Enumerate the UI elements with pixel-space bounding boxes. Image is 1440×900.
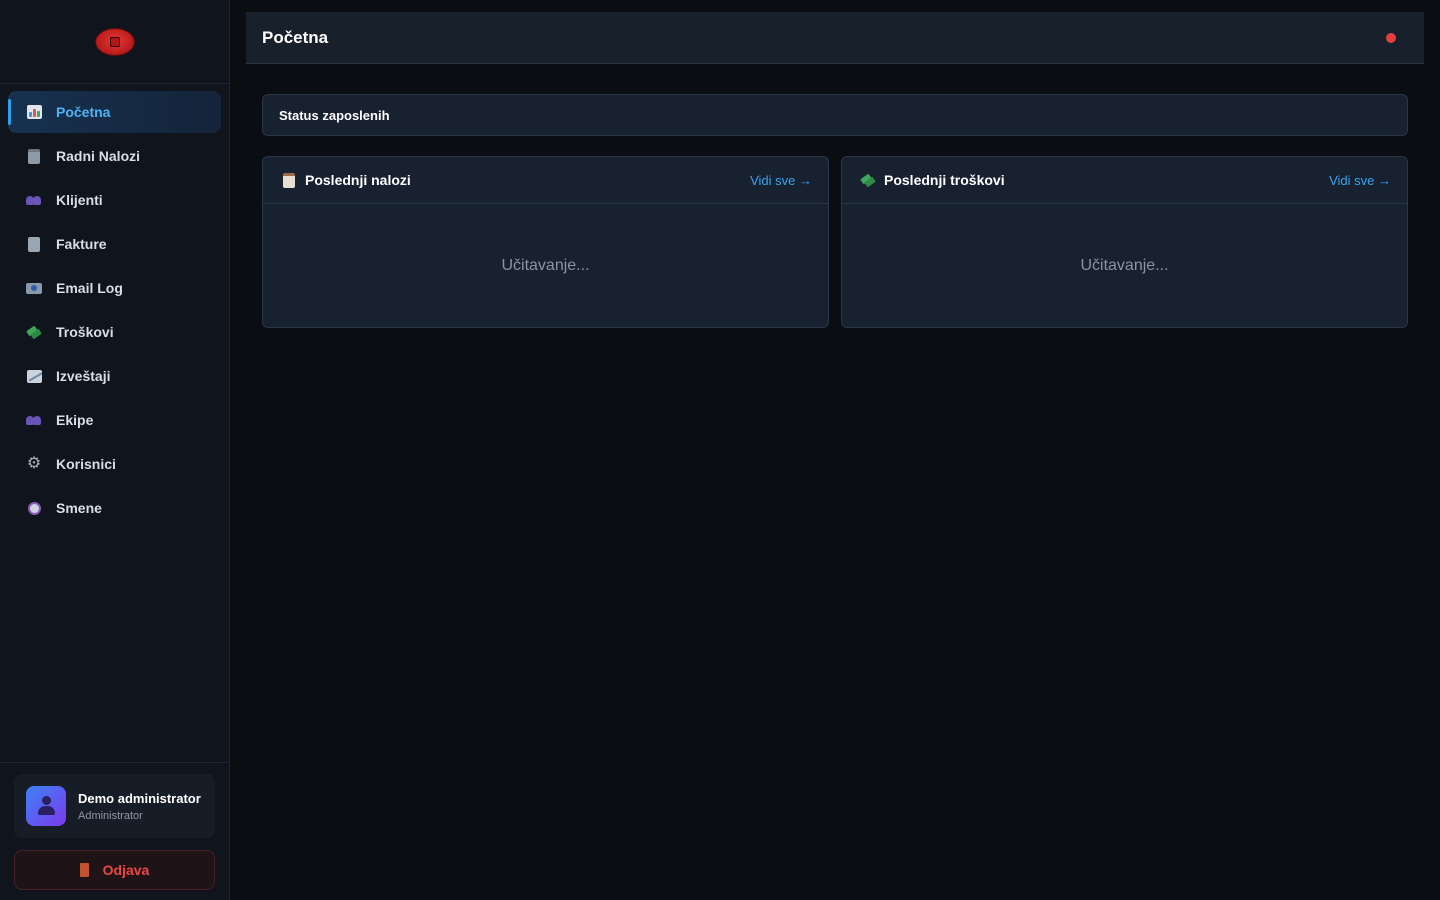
page-title: Početna	[262, 27, 329, 47]
sidebar-item-klijenti[interactable]: Klijenti	[8, 179, 221, 221]
app-root: Početna Radni Nalozi Klijenti Fakture Em…	[0, 0, 1440, 900]
recent-expenses-view-all-link[interactable]: Vidi sve →	[1329, 173, 1391, 188]
sidebar-item-label: Ekipe	[56, 412, 94, 428]
sidebar-item-ekipe[interactable]: Ekipe	[8, 399, 221, 441]
sidebar-item-smene[interactable]: Smene	[8, 487, 221, 529]
sidebar-item-label: Početna	[56, 104, 111, 120]
employee-status-panel: Status zaposlenih	[262, 94, 1408, 136]
card-header: Poslednji nalozi Vidi sve →	[263, 157, 828, 204]
recent-expenses-title: Poslednji troškovi	[884, 172, 1005, 188]
sidebar-item-izvestaji[interactable]: Izveštaji	[8, 355, 221, 397]
card-header: Poslednji troškovi Vidi sve →	[842, 157, 1407, 204]
sidebar-item-troskovi[interactable]: Troškovi	[8, 311, 221, 353]
company-logo[interactable]	[94, 27, 135, 56]
sidebar-item-korisnici[interactable]: ⚙ Korisnici	[8, 443, 221, 485]
sidebar-footer: Demo administrator Administrator Odjava	[0, 762, 229, 900]
recent-expenses-card: Poslednji troškovi Vidi sve → Učitavanje…	[841, 156, 1408, 328]
logout-label: Odjava	[102, 862, 150, 878]
sidebar-item-pocetna[interactable]: Početna	[8, 91, 221, 133]
page-header: Početna	[246, 12, 1424, 64]
sidebar-item-radni-nalozi[interactable]: Radni Nalozi	[8, 135, 221, 177]
envelope-icon	[26, 280, 42, 296]
sidebar: Početna Radni Nalozi Klijenti Fakture Em…	[0, 0, 230, 900]
clipboard-icon	[281, 172, 297, 188]
connection-status-indicator	[1386, 33, 1396, 43]
recent-orders-body: Učitavanje...	[501, 256, 590, 274]
trend-chart-icon	[26, 368, 42, 384]
gear-icon: ⚙	[26, 455, 42, 472]
sidebar-nav: Početna Radni Nalozi Klijenti Fakture Em…	[0, 84, 229, 529]
money-icon	[26, 324, 42, 340]
money-icon	[860, 172, 876, 188]
sidebar-item-label: Troškovi	[56, 324, 114, 340]
sidebar-item-label: Klijenti	[56, 192, 103, 208]
user-card[interactable]: Demo administrator Administrator	[14, 774, 215, 838]
sidebar-item-label: Izveštaji	[56, 368, 111, 384]
user-name: Demo administrator	[78, 790, 201, 806]
sidebar-item-label: Email Log	[56, 280, 123, 296]
clipboard-icon	[26, 148, 42, 164]
recent-orders-view-all-link[interactable]: Vidi sve →	[750, 173, 812, 188]
recent-orders-title: Poslednji nalozi	[305, 172, 411, 188]
employee-status-title: Status zaposlenih	[279, 107, 390, 123]
sidebar-item-label: Smene	[56, 500, 102, 516]
logo-area	[0, 0, 229, 84]
sidebar-item-label: Korisnici	[56, 456, 116, 472]
bar-chart-icon	[26, 104, 42, 120]
document-icon	[26, 236, 42, 252]
users-icon	[26, 192, 42, 208]
clock-icon	[26, 500, 42, 516]
recent-orders-card: Poslednji nalozi Vidi sve → Učitavanje..…	[262, 156, 829, 328]
avatar	[26, 786, 66, 826]
sidebar-item-label: Fakture	[56, 236, 107, 252]
card-title: Poslednji nalozi	[281, 172, 411, 188]
user-role: Administrator	[78, 809, 143, 822]
user-info: Demo administrator Administrator	[78, 791, 201, 822]
logout-button[interactable]: Odjava	[14, 850, 215, 890]
users-icon	[26, 412, 42, 428]
recent-expenses-body: Učitavanje...	[1080, 256, 1169, 274]
door-icon	[79, 863, 89, 877]
sidebar-item-fakture[interactable]: Fakture	[8, 223, 221, 265]
sidebar-item-label: Radni Nalozi	[56, 148, 141, 164]
sidebar-item-email-log[interactable]: Email Log	[8, 267, 221, 309]
card-title: Poslednji troškovi	[860, 172, 1005, 188]
